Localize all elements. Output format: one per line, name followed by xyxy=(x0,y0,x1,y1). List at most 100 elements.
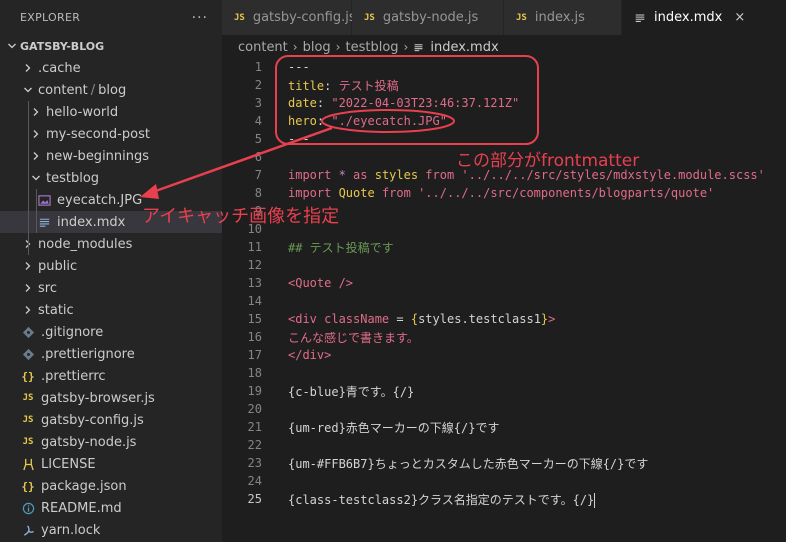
markdown-file-icon xyxy=(634,12,646,24)
code-editor[interactable]: 1 --- 2 title: テスト投稿 3 date: "2022-04-03T23:4… xyxy=(222,58,786,542)
code-token: "./eyecatch.JPG" xyxy=(331,114,447,128)
code-token: from xyxy=(425,168,455,182)
code-text: こんな感じで書きます。 xyxy=(288,329,419,346)
code-token: * xyxy=(331,168,354,182)
text-cursor xyxy=(594,492,596,508)
chevron-down-icon xyxy=(4,38,20,54)
code-line[interactable]: 22 xyxy=(222,436,786,454)
code-token: styles xyxy=(367,168,426,182)
code-line[interactable]: 19 {c-blue}青です。{/} xyxy=(222,382,786,400)
file-item[interactable]: JS gatsby-config.js xyxy=(0,409,222,431)
breadcrumb-item[interactable]: blog xyxy=(303,40,331,55)
frontmatter-annotation-label: この部分がfrontmatter xyxy=(456,151,640,171)
file-item[interactable]: {} .prettierrc xyxy=(0,365,222,387)
folder-item[interactable]: .cache xyxy=(0,57,222,79)
folder-label-compact: blog xyxy=(98,82,127,98)
yarn-file-icon xyxy=(20,522,36,538)
chevron-right-icon xyxy=(28,104,44,120)
code-token: { xyxy=(410,312,419,326)
folder-label: content xyxy=(38,82,88,98)
folder-item[interactable]: public xyxy=(0,255,222,277)
folder-item[interactable]: new-beginnings xyxy=(0,145,222,167)
code-line[interactable]: 21 {um-red}赤色マーカーの下線{/}です xyxy=(222,418,786,436)
file-item[interactable]: README.md xyxy=(0,497,222,519)
code-line[interactable]: 1 --- xyxy=(222,58,786,76)
breadcrumb-item[interactable]: testblog xyxy=(345,40,398,55)
git-file-icon xyxy=(20,346,36,362)
chevron-right-icon xyxy=(20,258,36,274)
editor-tab[interactable]: index.mdx × xyxy=(622,0,786,35)
line-number: 20 xyxy=(247,402,262,416)
code-text: {um-#FFB6B7}ちょっとカスタムした赤色マーカーの下線{/}です xyxy=(288,455,648,472)
code-token: . xyxy=(461,312,469,326)
code-token: : xyxy=(316,96,332,110)
javascript-file-icon: JS xyxy=(22,393,34,403)
chevron-right-icon xyxy=(20,280,36,296)
indent-guide xyxy=(36,189,37,233)
code-line[interactable]: 11 ## テスト投稿です xyxy=(222,238,786,256)
code-token: import xyxy=(288,186,332,200)
code-text: ## テスト投稿です xyxy=(288,239,394,256)
file-item[interactable]: LICENSE xyxy=(0,453,222,475)
code-line[interactable]: 2 title: テスト投稿 xyxy=(222,76,786,94)
javascript-file-icon: JS xyxy=(22,415,34,425)
file-label: eyecatch.JPG xyxy=(57,192,143,208)
code-text: import Quote from '../../../src/componen… xyxy=(288,186,714,200)
folder-item[interactable]: testblog xyxy=(0,167,222,189)
javascript-file-icon: JS xyxy=(516,12,527,23)
close-icon[interactable]: × xyxy=(734,10,745,25)
editor-tab[interactable]: JS gatsby-config.js xyxy=(222,0,356,35)
folder-item[interactable]: content / blog xyxy=(0,79,222,101)
code-text: </div> xyxy=(288,348,331,362)
line-number: 7 xyxy=(254,168,262,182)
code-line[interactable]: 8 import Quote from '../../../src/compone… xyxy=(222,184,786,202)
code-token: : xyxy=(316,114,332,128)
code-line[interactable]: 15 <div className = {styles.testclass1}> xyxy=(222,310,786,328)
project-root-folder[interactable]: GATSBY-BLOG xyxy=(0,35,222,57)
code-token: '../../../src/components/blogparts/quote… xyxy=(410,186,715,200)
code-line[interactable]: 3 date: "2022-04-03T23:46:37.121Z" xyxy=(222,94,786,112)
more-actions-icon[interactable]: ··· xyxy=(192,10,208,26)
line-number: 21 xyxy=(247,420,262,434)
line-number: 24 xyxy=(247,474,262,488)
code-line[interactable]: 25 {class-testclass2}クラス名指定のテストです。{/} xyxy=(222,490,786,508)
file-item[interactable]: .prettierignore xyxy=(0,343,222,365)
file-item[interactable]: JS gatsby-node.js xyxy=(0,431,222,453)
code-line[interactable]: 12 xyxy=(222,256,786,274)
breadcrumb-item[interactable]: content xyxy=(238,40,288,55)
code-line[interactable]: 17 </div> xyxy=(222,346,786,364)
editor-tab[interactable]: JS index.js xyxy=(504,0,622,35)
code-line[interactable]: 14 xyxy=(222,292,786,310)
file-label: .prettierignore xyxy=(41,346,135,362)
folder-item[interactable]: node_modules xyxy=(0,233,222,255)
folder-item[interactable]: my-second-post xyxy=(0,123,222,145)
code-line[interactable]: 23 {um-#FFB6B7}ちょっとカスタムした赤色マーカーの下線{/}です xyxy=(222,454,786,472)
code-line[interactable]: 13 <Quote /> xyxy=(222,274,786,292)
code-token: date xyxy=(288,96,317,110)
tab-label: gatsby-node.js xyxy=(382,10,479,25)
code-line[interactable]: 20 xyxy=(222,400,786,418)
folder-label: public xyxy=(38,258,78,274)
code-token: : xyxy=(324,78,339,93)
line-number: 5 xyxy=(254,132,262,146)
file-item[interactable]: JS gatsby-browser.js xyxy=(0,387,222,409)
folder-item[interactable]: hello-world xyxy=(0,101,222,123)
line-number: 25 xyxy=(247,492,262,506)
file-item[interactable]: yarn.lock xyxy=(0,519,222,541)
file-item[interactable]: .gitignore xyxy=(0,321,222,343)
code-line[interactable]: 4 hero: "./eyecatch.JPG" xyxy=(222,112,786,130)
folder-label: node_modules xyxy=(38,236,133,252)
line-number: 13 xyxy=(247,276,262,290)
line-number: 23 xyxy=(247,456,262,470)
code-line[interactable]: 24 xyxy=(222,472,786,490)
breadcrumb-file[interactable]: index.mdx xyxy=(430,40,498,55)
code-token: "2022-04-03T23:46:37.121Z" xyxy=(331,96,520,110)
folder-item[interactable]: src xyxy=(0,277,222,299)
file-label: README.md xyxy=(41,500,122,516)
file-item[interactable]: {} package.json xyxy=(0,475,222,497)
editor-tab[interactable]: JS gatsby-node.js xyxy=(352,0,504,35)
folder-item[interactable]: static xyxy=(0,299,222,321)
code-line[interactable]: 16 こんな感じで書きます。 xyxy=(222,328,786,346)
code-line[interactable]: 18 xyxy=(222,364,786,382)
chevron-right-icon xyxy=(20,302,36,318)
